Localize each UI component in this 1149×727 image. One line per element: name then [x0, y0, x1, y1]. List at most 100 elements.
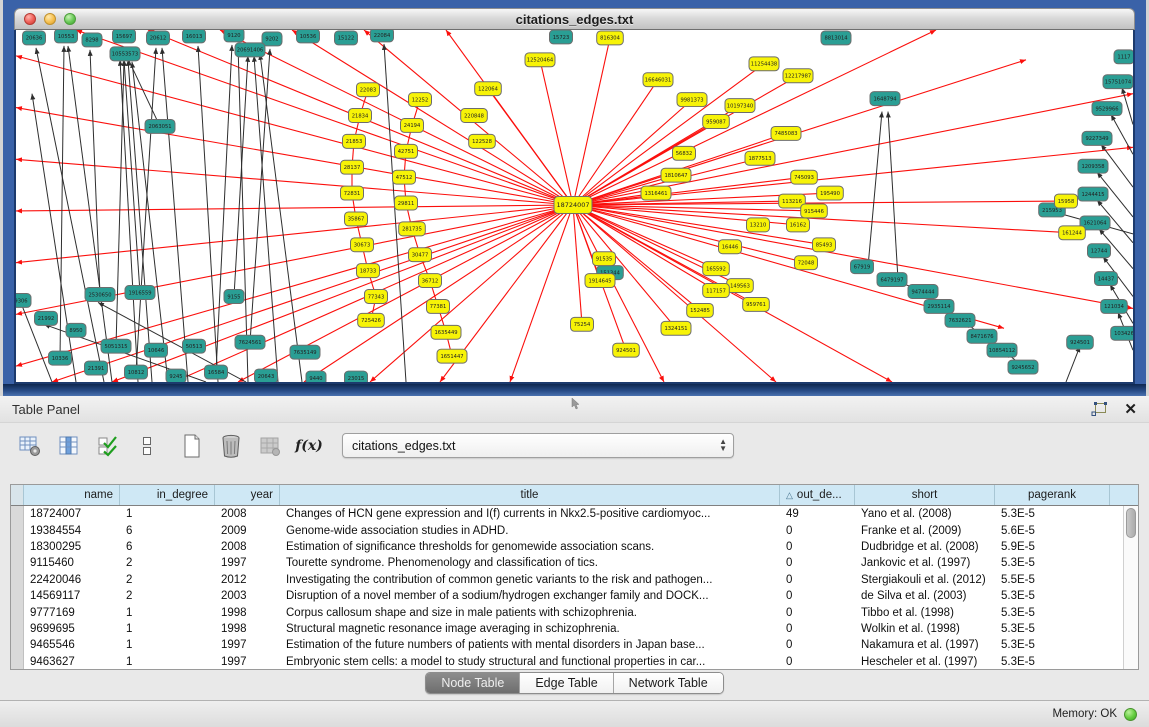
- graph-node[interactable]: 103426: [1111, 326, 1133, 340]
- column-header-name[interactable]: name: [24, 485, 120, 505]
- graph-node[interactable]: 22084: [371, 30, 394, 42]
- table-vertical-scrollbar[interactable]: [1123, 506, 1138, 670]
- delete-trash-icon[interactable]: [219, 434, 243, 458]
- table-row[interactable]: 977716911998Corpus callosum shape and si…: [11, 604, 1123, 620]
- graph-node[interactable]: 195490: [817, 186, 844, 200]
- graph-node[interactable]: 220848: [461, 109, 488, 123]
- graph-node[interactable]: 28137: [341, 160, 364, 174]
- graph-node[interactable]: 16584: [205, 365, 228, 379]
- graph-node[interactable]: 2530650: [85, 288, 115, 302]
- graph-node[interactable]: 36712: [419, 274, 442, 288]
- graph-node[interactable]: 14437: [1095, 272, 1118, 286]
- graph-node[interactable]: 10197340: [725, 99, 755, 113]
- table-row[interactable]: 1456911722003Disruption of a novel membe…: [11, 588, 1123, 604]
- graph-node[interactable]: 85493: [813, 238, 836, 252]
- graph-node[interactable]: 15723: [550, 30, 573, 44]
- scrollbar-thumb[interactable]: [1126, 508, 1136, 538]
- graph-node[interactable]: 12520464: [525, 53, 555, 67]
- graph-node[interactable]: 10553: [55, 30, 78, 43]
- table-row[interactable]: 2242004622012Investigating the contribut…: [11, 572, 1123, 588]
- graph-node[interactable]: 16446: [719, 240, 742, 254]
- network-window[interactable]: citations_edges.txt 20636105538298156972…: [14, 8, 1135, 384]
- table-selector-dropdown[interactable]: citations_edges.txt ▲▼: [342, 433, 734, 458]
- graph-node[interactable]: 20612: [147, 31, 170, 45]
- float-panel-icon[interactable]: [1091, 402, 1108, 417]
- graph-node[interactable]: 9440: [306, 371, 326, 382]
- network-canvas[interactable]: 2063610553829815697206121601391209202105…: [14, 30, 1135, 384]
- graph-node[interactable]: 23015: [345, 371, 368, 382]
- graph-node[interactable]: 9474444: [908, 285, 938, 299]
- graph-node[interactable]: 12744: [1088, 244, 1111, 258]
- graph-node[interactable]: 281735: [399, 222, 426, 236]
- graph-node[interactable]: 35867: [345, 212, 368, 226]
- table-row[interactable]: 946362711997Embryonic stem cells: a mode…: [11, 654, 1123, 670]
- graph-node[interactable]: 30673: [351, 238, 374, 252]
- graph-node[interactable]: 161244: [1059, 226, 1086, 240]
- new-document-icon[interactable]: [180, 434, 204, 458]
- graph-node[interactable]: 9245652: [1008, 360, 1038, 374]
- graph-node[interactable]: 7624561: [235, 335, 265, 349]
- graph-node[interactable]: 2935114: [924, 299, 954, 313]
- graph-node[interactable]: 15751074: [1103, 75, 1133, 89]
- table-row[interactable]: 1830029562008Estimation of significance …: [11, 539, 1123, 555]
- graph-node[interactable]: 8471676: [967, 329, 997, 343]
- graph-node[interactable]: 12252: [409, 93, 432, 107]
- graph-node[interactable]: 72048: [795, 256, 818, 270]
- graph-node[interactable]: 24194: [401, 118, 424, 132]
- table-row[interactable]: 911546021997Tourette syndrome. Phenomeno…: [11, 555, 1123, 571]
- graph-node[interactable]: 122528: [469, 134, 496, 148]
- graph-node[interactable]: 121034: [1101, 299, 1128, 313]
- select-checks-icon[interactable]: [96, 434, 120, 458]
- graph-node[interactable]: 6479197: [877, 273, 907, 287]
- graph-node[interactable]: 10812: [125, 365, 148, 379]
- graph-node[interactable]: 152485: [687, 303, 714, 317]
- graph-node[interactable]: 8298: [82, 33, 102, 47]
- graph-node[interactable]: 5051315: [101, 339, 131, 353]
- network-graph[interactable]: 2063610553829815697206121601391209202105…: [16, 30, 1133, 382]
- graph-node[interactable]: 29811: [395, 196, 418, 210]
- graph-node[interactable]: 1877513: [745, 151, 775, 165]
- graph-node[interactable]: 924501: [1067, 335, 1094, 349]
- graph-node[interactable]: 13210: [747, 218, 770, 232]
- graph-node[interactable]: 16646031: [643, 73, 673, 87]
- graph-node[interactable]: 745093: [791, 170, 818, 184]
- graph-node[interactable]: 15697: [113, 30, 136, 43]
- graph-node[interactable]: 959761: [743, 297, 770, 311]
- graph-node[interactable]: 18724007: [554, 197, 592, 214]
- graph-node[interactable]: 21834: [349, 109, 372, 123]
- graph-node[interactable]: 816304: [597, 31, 624, 45]
- graph-node[interactable]: 30477: [409, 248, 432, 262]
- column-header-indegree[interactable]: in_degree: [120, 485, 215, 505]
- graph-node[interactable]: 7485083: [771, 126, 801, 140]
- graph-node[interactable]: 56832: [673, 146, 696, 160]
- table-row[interactable]: 1872400712008Changes of HCN gene express…: [11, 506, 1123, 522]
- graph-node[interactable]: 8813014: [821, 31, 851, 45]
- graph-node[interactable]: 1324151: [661, 321, 691, 335]
- graph-node[interactable]: 20643: [255, 369, 278, 382]
- table-row[interactable]: 1938455462009Genome-wide association stu…: [11, 522, 1123, 538]
- graph-node[interactable]: 959087: [703, 115, 730, 129]
- graph-node[interactable]: 9529966: [1092, 102, 1122, 116]
- graph-node[interactable]: 42751: [395, 144, 418, 158]
- graph-node[interactable]: 9155: [224, 290, 244, 304]
- graph-node[interactable]: 1244415: [1078, 187, 1108, 201]
- column-visibility-icon[interactable]: [57, 434, 81, 458]
- tab-edge-table[interactable]: Edge Table: [520, 673, 613, 693]
- column-header-title[interactable]: title: [280, 485, 780, 505]
- column-header-short[interactable]: short: [855, 485, 995, 505]
- graph-node[interactable]: 1316461: [641, 186, 671, 200]
- node-table[interactable]: namein_degreeyeartitle△out_de...shortpag…: [10, 484, 1139, 670]
- graph-node[interactable]: 15122: [335, 31, 358, 45]
- graph-node[interactable]: 725426: [358, 313, 385, 327]
- cells-icon[interactable]: [135, 434, 159, 458]
- graph-node[interactable]: 10553573: [110, 47, 140, 61]
- graph-node[interactable]: 47512: [393, 170, 416, 184]
- function-builder-icon[interactable]: f(x): [297, 434, 321, 458]
- network-window-titlebar[interactable]: citations_edges.txt: [14, 8, 1135, 30]
- graph-node[interactable]: 1648794: [870, 92, 900, 106]
- graph-node[interactable]: 122064: [475, 82, 502, 96]
- column-header-outde[interactable]: △out_de...: [780, 485, 855, 505]
- graph-node[interactable]: 21853: [343, 134, 366, 148]
- graph-node[interactable]: 22083: [357, 83, 380, 97]
- graph-node[interactable]: 16162: [787, 218, 810, 232]
